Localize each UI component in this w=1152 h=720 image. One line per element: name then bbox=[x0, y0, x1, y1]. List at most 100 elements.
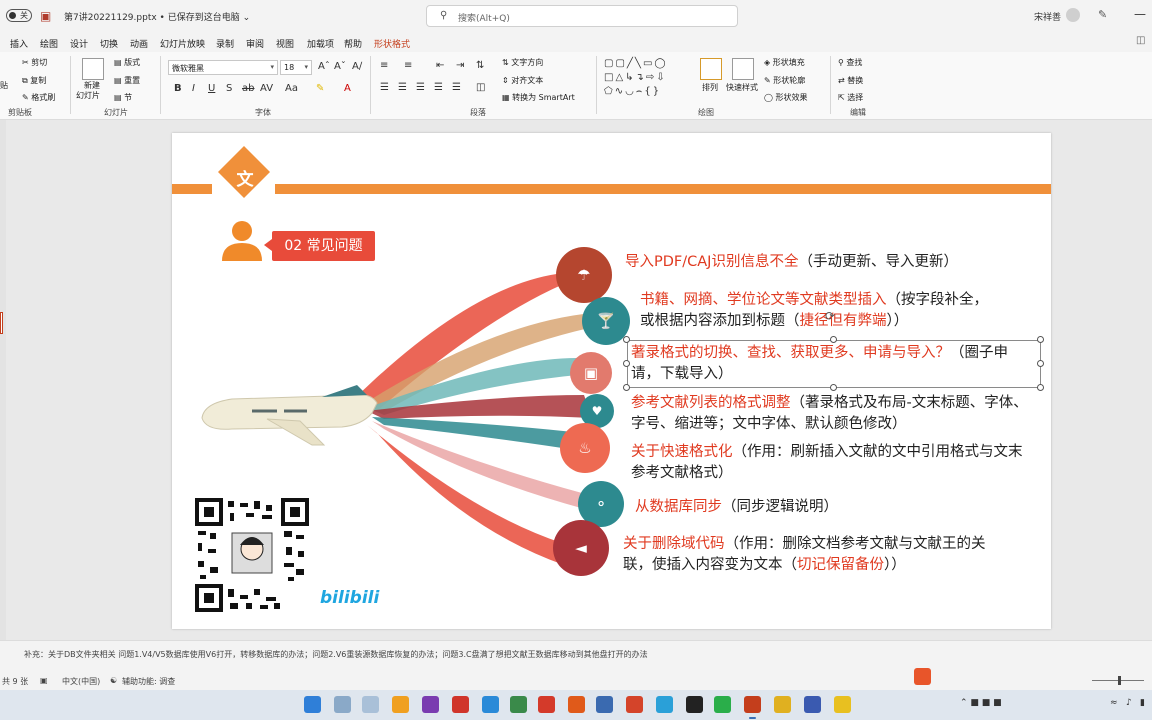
save-icon[interactable]: ▣ bbox=[40, 9, 51, 23]
list-item[interactable]: 关于删除域代码（作用：删除文档参考文献与文献王的关联，使插入内容变为文本（切记保… bbox=[623, 534, 995, 576]
notes-toggle-icon[interactable]: ▣ bbox=[40, 676, 48, 685]
cut-button[interactable]: ✂ 剪切 bbox=[22, 57, 47, 68]
bullets-icon[interactable]: ≡ bbox=[380, 60, 388, 71]
slide-canvas[interactable]: 文 02 常见问题 ☂ 🍸 ▣ ♥ ♨ ⚬ ◄ 导入PDF/CAJ识别信息不全（… bbox=[172, 133, 1051, 629]
strikethrough-icon[interactable]: ab bbox=[242, 83, 254, 94]
tab-insert[interactable]: 插入 bbox=[10, 37, 28, 50]
list-item[interactable]: 关于快速格式化（作用：刷新插入文献的文中引用格式与文末参考文献格式） bbox=[631, 442, 1031, 484]
line-spacing-icon[interactable]: ⇅ bbox=[476, 60, 484, 71]
battery-icon[interactable]: ▮ bbox=[1140, 698, 1145, 708]
copy-button[interactable]: ⧉ 复制 bbox=[22, 75, 46, 86]
numbering-icon[interactable]: ≡ bbox=[404, 60, 412, 71]
clear-format-icon[interactable]: A∕ bbox=[352, 61, 362, 72]
notes-pane[interactable]: 补充：关于DB文件夹相关 问题1.V4/V5数据库使用V6打开，转移数据库的办法… bbox=[0, 640, 1152, 672]
shapes-gallery-row2[interactable]: □△↳↴⇨⇩ bbox=[604, 72, 667, 83]
taskbar-app-icon[interactable] bbox=[334, 696, 351, 713]
taskbar-app-icon[interactable] bbox=[596, 696, 613, 713]
tab-draw[interactable]: 绘图 bbox=[40, 37, 58, 50]
shapes-gallery-row3[interactable]: ⬠∿◡⌢{} bbox=[604, 86, 661, 97]
rotate-handle-icon[interactable]: ⟳ bbox=[825, 309, 835, 323]
windows-start-icon[interactable] bbox=[304, 696, 321, 713]
resize-handle[interactable] bbox=[623, 384, 630, 391]
resize-handle[interactable] bbox=[1037, 384, 1044, 391]
qq-icon[interactable] bbox=[686, 696, 703, 713]
spacing-icon[interactable]: AV bbox=[260, 83, 273, 94]
grow-font-icon[interactable]: Aˆ bbox=[318, 61, 330, 72]
quick-styles-icon[interactable] bbox=[732, 58, 754, 80]
resize-handle[interactable] bbox=[1037, 336, 1044, 343]
font-size-select[interactable]: 18 ▾ bbox=[280, 60, 312, 75]
text-direction-button[interactable]: ⇅ 文字方向 bbox=[502, 57, 543, 68]
taskbar-app-icon[interactable] bbox=[568, 696, 585, 713]
resize-handle[interactable] bbox=[623, 360, 630, 367]
volume-icon[interactable]: ♪ bbox=[1126, 698, 1132, 708]
layout-button[interactable]: ▤ 版式 bbox=[114, 57, 140, 68]
tab-design[interactable]: 设计 bbox=[70, 37, 88, 50]
list-item[interactable]: 导入PDF/CAJ识别信息不全（手动更新、导入更新） bbox=[625, 252, 1025, 273]
tab-view[interactable]: 视图 bbox=[276, 37, 294, 50]
italic-icon[interactable]: I bbox=[192, 83, 195, 94]
resize-handle[interactable] bbox=[623, 336, 630, 343]
reset-button[interactable]: ▤ 重置 bbox=[114, 75, 140, 86]
taskbar-app-icon[interactable] bbox=[804, 696, 821, 713]
powerpoint-icon[interactable] bbox=[744, 696, 761, 719]
increase-indent-icon[interactable]: ⇥ bbox=[456, 60, 464, 71]
font-name-select[interactable]: 微软雅黑 ▾ bbox=[168, 60, 278, 75]
shape-outline-button[interactable]: ✎ 形状轮廓 bbox=[764, 75, 805, 86]
taskbar-app-icon[interactable] bbox=[482, 696, 499, 713]
distribute-icon[interactable]: ☰ bbox=[452, 82, 461, 93]
columns-icon[interactable]: ◫ bbox=[476, 82, 485, 93]
underline-icon[interactable]: U bbox=[208, 83, 215, 94]
tab-help[interactable]: 帮助 bbox=[344, 37, 362, 50]
taskbar-app-icon[interactable] bbox=[362, 696, 379, 713]
font-color-icon[interactable]: A bbox=[344, 83, 351, 94]
shrink-font-icon[interactable]: Aˇ bbox=[334, 61, 346, 72]
user-name[interactable]: 宋祥善 bbox=[1034, 10, 1061, 23]
justify-icon[interactable]: ☰ bbox=[434, 82, 443, 93]
taskbar-app-icon[interactable] bbox=[834, 696, 851, 713]
tab-review[interactable]: 审阅 bbox=[246, 37, 264, 50]
align-text-button[interactable]: ⇕ 对齐文本 bbox=[502, 75, 543, 86]
shape-effects-button[interactable]: ◯ 形状效果 bbox=[764, 92, 808, 103]
list-item[interactable]: 书籍、网摘、学位论文等文献类型插入（按字段补全，或根据内容添加到标题（捷径但有弊… bbox=[640, 290, 992, 332]
wechat-icon[interactable] bbox=[714, 696, 731, 713]
quick-styles-label[interactable]: 快速样式 bbox=[726, 82, 758, 93]
autosave-toggle[interactable] bbox=[6, 9, 32, 22]
resize-handle[interactable] bbox=[1037, 360, 1044, 367]
shapes-gallery[interactable]: ▢▢╱╲▭◯ bbox=[604, 58, 668, 69]
tab-animations[interactable]: 动画 bbox=[130, 37, 148, 50]
taskbar-app-icon[interactable] bbox=[510, 696, 527, 713]
minimize-icon[interactable]: — bbox=[1134, 7, 1146, 21]
align-left-icon[interactable]: ☰ bbox=[380, 82, 389, 93]
shadow-icon[interactable]: S bbox=[226, 83, 232, 94]
align-center-icon[interactable]: ☰ bbox=[398, 82, 407, 93]
taskbar-app-icon[interactable] bbox=[774, 696, 791, 713]
avatar[interactable] bbox=[1066, 8, 1080, 22]
taskbar-app-icon[interactable] bbox=[452, 696, 469, 713]
wifi-icon[interactable]: ≈ bbox=[1110, 698, 1118, 708]
document-title[interactable]: 第7讲20221129.pptx • 已保存到这台电脑 ⌄ bbox=[64, 10, 250, 23]
taskbar-app-icon[interactable] bbox=[422, 696, 439, 713]
ime-icon[interactable] bbox=[914, 668, 931, 685]
arrange-label[interactable]: 排列 bbox=[702, 82, 718, 93]
selection-box[interactable] bbox=[627, 340, 1041, 388]
new-slide-label2[interactable]: 幻灯片 bbox=[76, 90, 100, 101]
thumbnail-pane[interactable] bbox=[0, 120, 6, 640]
align-right-icon[interactable]: ☰ bbox=[416, 82, 425, 93]
shape-fill-button[interactable]: ◈ 形状填充 bbox=[764, 57, 805, 68]
search-box[interactable]: ⚲ 搜索(Alt+Q) bbox=[426, 5, 738, 27]
format-painter-button[interactable]: ✎ 格式刷 bbox=[22, 92, 55, 103]
tab-shape-format[interactable]: 形状格式 bbox=[374, 37, 410, 50]
find-button[interactable]: ⚲ 查找 bbox=[838, 57, 862, 68]
paste-button[interactable]: 贴 bbox=[0, 80, 8, 91]
tray-icons[interactable]: ⌃ ■ ■ ■ bbox=[960, 698, 1002, 708]
tab-record[interactable]: 录制 bbox=[216, 37, 234, 50]
taskbar-app-icon[interactable] bbox=[656, 696, 673, 713]
resize-handle[interactable] bbox=[830, 384, 837, 391]
select-button[interactable]: ⇱ 选择 bbox=[838, 92, 863, 103]
bold-icon[interactable]: B bbox=[174, 83, 182, 94]
list-item[interactable]: 参考文献列表的格式调整（著录格式及布局-文末标题、字体、字号、缩进等；文中字体、… bbox=[631, 393, 1031, 435]
change-case-icon[interactable]: Aa bbox=[285, 83, 298, 94]
highlight-icon[interactable]: ✎ bbox=[316, 83, 324, 94]
new-slide-icon[interactable] bbox=[82, 58, 104, 80]
